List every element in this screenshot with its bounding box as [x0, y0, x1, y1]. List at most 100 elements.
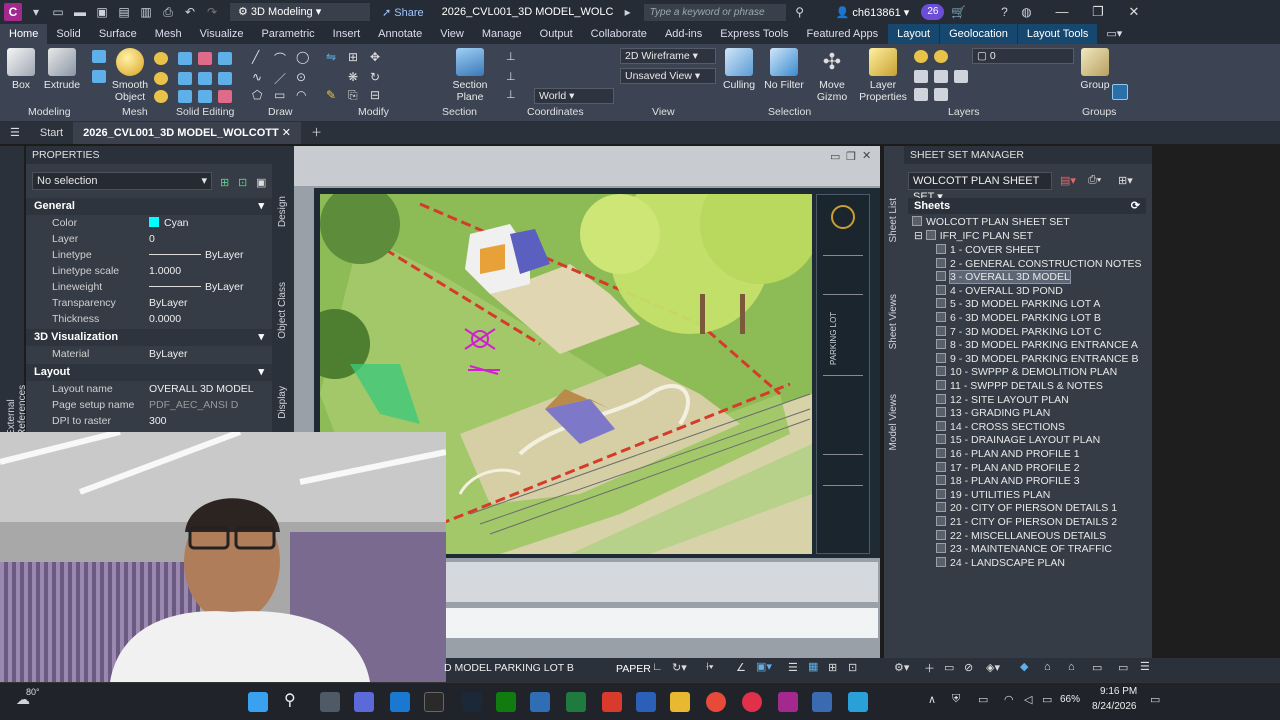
search-icon[interactable]: ⚲ [284, 690, 296, 710]
xbox-icon[interactable] [496, 692, 516, 712]
display-tab[interactable]: Display [277, 386, 288, 419]
sheet-item[interactable]: 1 - COVER SHEET [936, 244, 1040, 257]
sheet-item[interactable]: 9 - 3D MODEL PARKING ENTRANCE B [936, 352, 1138, 366]
sheet-item[interactable]: 4 - OVERALL 3D POND [936, 284, 1063, 298]
sheet-item[interactable]: 15 - DRAINAGE LAYOUT PLAN [936, 434, 1100, 447]
sheet-item[interactable]: 16 - PLAN AND PROFILE 1 [936, 448, 1080, 461]
sheet-item[interactable]: 22 - MISCELLANEOUS DETAILS [936, 529, 1106, 543]
tab-add-ins[interactable]: Add-ins [656, 24, 711, 44]
mesh-tool-icon[interactable] [92, 70, 106, 83]
layer-icon[interactable] [914, 70, 928, 83]
copy-icon[interactable]: ⎘ [348, 88, 362, 102]
box-button[interactable]: Box [6, 48, 36, 91]
battery-icon[interactable]: ▭ [1042, 693, 1052, 706]
help-icon[interactable]: ? [996, 4, 1012, 20]
sheet-set-combo[interactable]: WOLCOTT PLAN SHEET SET ▾ [908, 172, 1052, 203]
tab-mesh[interactable]: Mesh [146, 24, 191, 44]
sheet-item[interactable]: 24 - LANDSCAPE PLAN [936, 556, 1065, 570]
new-file-icon[interactable]: ▭ [50, 4, 66, 20]
clock-time[interactable]: 9:16 PM [1100, 686, 1137, 697]
sheet-item[interactable]: 11 - SWPPP DETAILS & NOTES [936, 380, 1103, 393]
search-input[interactable]: Type a keyword or phrase [643, 3, 786, 21]
tab-layout-tools[interactable]: Layout Tools [1017, 24, 1098, 44]
sheet-item[interactable]: 17 - PLAN AND PROFILE 2 [936, 461, 1080, 475]
tab-visualize[interactable]: Visualize [191, 24, 253, 44]
minimize-button[interactable]: — [1044, 0, 1080, 24]
prop-row[interactable]: Color Cyan [26, 215, 272, 231]
web-mobile-icon[interactable]: ▥ [138, 4, 154, 20]
object-class-tab[interactable]: Object Class [277, 282, 288, 339]
grid-icon[interactable]: ∟ [652, 661, 663, 673]
annotation-icon[interactable]: ▭ [944, 661, 954, 674]
excel-icon[interactable] [566, 692, 586, 712]
ribbon-options-icon[interactable]: ▭▾ [1097, 24, 1131, 44]
customize-icon[interactable]: ☰ [1140, 660, 1150, 673]
app-icon[interactable] [812, 692, 832, 712]
viewport-minimize-icon[interactable]: ▭ [830, 150, 840, 163]
prop-row[interactable]: DPI to raster 300 [26, 413, 272, 429]
save-as-icon[interactable]: ▤ [116, 4, 132, 20]
photos-icon[interactable] [530, 692, 550, 712]
3d-osnap-icon[interactable]: ⊡ [848, 661, 857, 674]
ortho-icon[interactable]: ⟊▾ [706, 661, 713, 674]
selection-combo[interactable]: No selection ▾ [32, 172, 212, 190]
mesh-tool-icon[interactable] [92, 50, 106, 63]
isolate-icon[interactable]: ⊘ [964, 661, 973, 674]
pdf-icon[interactable] [602, 692, 622, 712]
share-button[interactable]: ➚ Share [382, 6, 424, 19]
tab-view[interactable]: View [431, 24, 473, 44]
collapse-icon[interactable]: ▾ [258, 329, 264, 346]
autocad-civil-icon[interactable] [778, 692, 798, 712]
media-player-icon[interactable] [742, 692, 762, 712]
clean-screen-icon[interactable]: ◆ [1020, 660, 1028, 673]
rectangle-icon[interactable]: ▭ [274, 88, 288, 102]
app-icon[interactable] [848, 692, 868, 712]
collapse-icon[interactable]: ▾ [258, 364, 264, 381]
panel-label[interactable]: Section [442, 106, 477, 118]
units-icon[interactable]: ⌂ [1068, 661, 1075, 673]
tab-express-tools[interactable]: Express Tools [711, 24, 797, 44]
solid-edit-icon[interactable] [198, 90, 212, 103]
tab-surface[interactable]: Surface [90, 24, 146, 44]
solid-edit-icon[interactable] [178, 72, 192, 85]
model-views-tab[interactable]: Model Views [888, 394, 899, 451]
publish-icon[interactable]: ▤▾ [1060, 174, 1076, 187]
tab-collaborate[interactable]: Collaborate [582, 24, 656, 44]
layer-icon[interactable] [934, 70, 948, 83]
solid-edit-icon[interactable] [218, 52, 232, 65]
tab-parametric[interactable]: Parametric [252, 24, 323, 44]
panel-label[interactable]: Groups [1082, 106, 1116, 118]
tab-geolocation[interactable]: Geolocation [940, 24, 1017, 44]
tab-manage[interactable]: Manage [473, 24, 531, 44]
polygon-icon[interactable]: ⬠ [252, 88, 266, 102]
prop-row[interactable]: Linetype ByLayer [26, 247, 272, 263]
solid-edit-icon[interactable] [198, 52, 212, 65]
panel-label[interactable]: Solid Editing [176, 106, 234, 118]
prop-row[interactable]: Layer 0 [26, 231, 272, 247]
stretch-icon[interactable]: ⊞ [348, 50, 362, 64]
panel-label[interactable]: Layers [948, 106, 980, 118]
group-button[interactable]: Group [1080, 48, 1110, 91]
sheet-item[interactable]: 6 - 3D MODEL PARKING LOT B [936, 312, 1101, 325]
arrow-right-icon[interactable]: ▸ [620, 4, 636, 20]
sheet-item[interactable]: 14 - CROSS SECTIONS [936, 420, 1065, 434]
view-combo[interactable]: Unsaved View ▾ [620, 68, 716, 84]
layer-icon[interactable] [934, 88, 948, 101]
transparency-icon[interactable]: ▦ [808, 660, 818, 673]
ucs-icon[interactable]: ⊥ [506, 70, 520, 83]
file-tab-start[interactable]: Start [30, 122, 73, 144]
panel-label[interactable]: Modeling [28, 106, 71, 118]
close-icon[interactable]: ✕ [282, 127, 291, 139]
rotate-icon[interactable]: ↻ [370, 70, 384, 84]
extrude-button[interactable]: Extrude [42, 48, 82, 91]
mesh-icon[interactable] [154, 72, 168, 85]
quick-select-icon[interactable]: ⊞ [220, 176, 229, 189]
prop-row[interactable]: Transparency ByLayer [26, 295, 272, 311]
spline-icon[interactable]: ∿ [252, 70, 266, 84]
prop-row[interactable]: Page setup name PDF_AEC_ANSI D [26, 397, 272, 413]
ucs-icon[interactable]: ⊥ [506, 88, 520, 101]
solid-edit-icon[interactable] [178, 90, 192, 103]
sheet-item[interactable]: 23 - MAINTENANCE OF TRAFFIC [936, 543, 1112, 556]
teams-icon[interactable] [354, 692, 374, 712]
design-tab[interactable]: Design [277, 196, 288, 227]
